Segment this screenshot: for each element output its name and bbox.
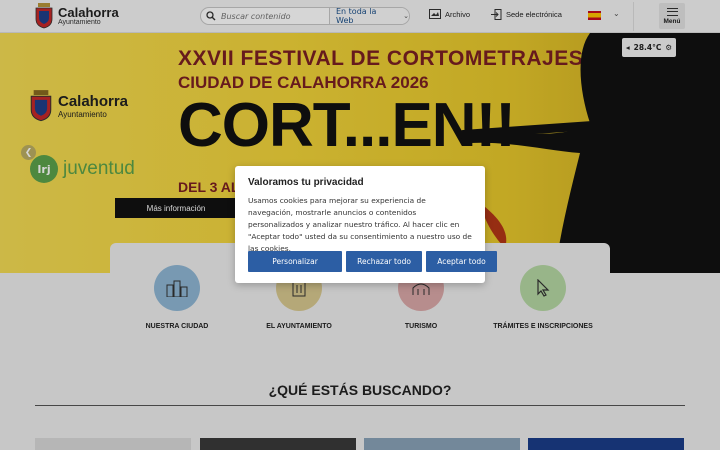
customize-button[interactable]: Personalizar — [248, 251, 342, 272]
cookie-dialog-text: Usamos cookies para mejorar su experienc… — [248, 196, 472, 253]
cookie-dialog-title: Valoramos tu privacidad — [248, 177, 364, 188]
cookie-consent-dialog: Valoramos tu privacidad Usamos cookies p… — [235, 166, 497, 283]
cookie-dialog-buttons: Personalizar Rechazar todo Aceptar todo — [248, 251, 497, 272]
reject-all-button[interactable]: Rechazar todo — [346, 251, 422, 272]
accept-all-button[interactable]: Aceptar todo — [426, 251, 497, 272]
